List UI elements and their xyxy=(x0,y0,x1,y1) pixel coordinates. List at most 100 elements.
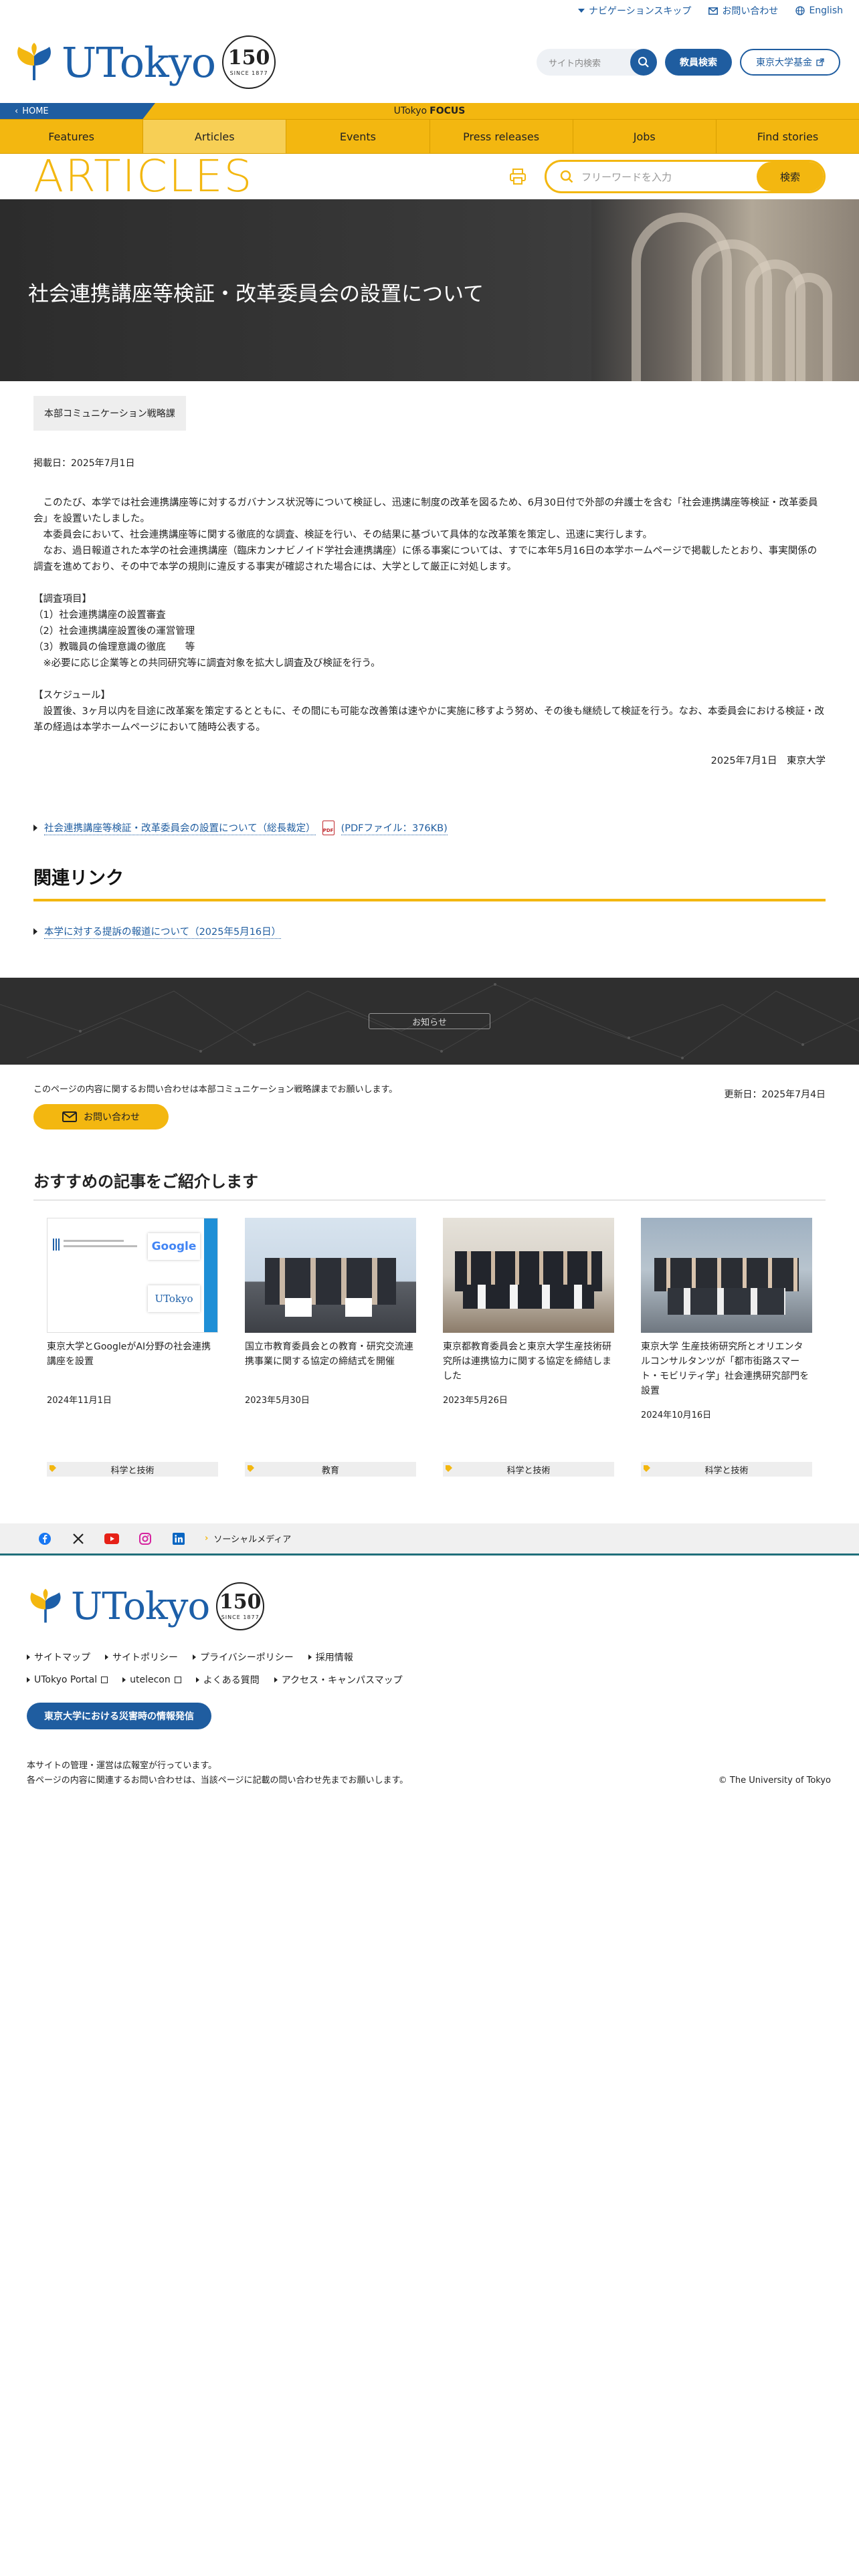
contact-button[interactable]: お問い合わせ xyxy=(33,1104,169,1130)
body-paragraph: このたび、本学では社会連携講座等に対するガバナンス状況等について検証し、迅速に制… xyxy=(33,498,818,524)
pdf-link[interactable]: 社会連携講座等検証・改革委員会の設置について（総長裁定） PDF (PDFファイ… xyxy=(33,821,826,835)
focus-brand-prefix: UTokyo xyxy=(393,106,427,116)
keyword-search-button[interactable]: 検索 xyxy=(757,162,824,191)
site-footer: UTokyo 150 SINCE 1877 サイトマップ サイトポリシー プライ… xyxy=(0,1555,859,1788)
body-paragraph: 【調査項目】 xyxy=(33,594,92,605)
footer-logo-wordmark: UTokyo xyxy=(71,1584,210,1628)
nav-item-jobs[interactable]: Jobs xyxy=(573,120,717,153)
recommended-heading: おすすめの記事をご紹介します xyxy=(33,1168,826,1200)
people-group-front xyxy=(463,1285,594,1309)
recommended-card[interactable]: Google UTokyo 東京大学とGoogleがAI分野の社会連携講座を設置… xyxy=(47,1218,218,1420)
footer-link-sitemap[interactable]: サイトマップ xyxy=(27,1650,90,1664)
article-body: このたび、本学では社会連携講座等に対するガバナンス状況等について検証し、迅速に制… xyxy=(33,495,826,736)
utokyo-logo[interactable]: UTokyo 150 SINCE 1877 xyxy=(13,35,276,89)
recommended-card[interactable]: 東京大学 生産技術研究所とオリエンタルコンサルタンツが「都市街路スマート・モビリ… xyxy=(641,1218,812,1420)
google-logo-tile: Google xyxy=(148,1233,200,1260)
arrow-right-icon xyxy=(33,825,37,831)
tag-icon xyxy=(644,1465,650,1472)
footer-link-utokyo-portal[interactable]: UTokyo Portal xyxy=(27,1673,108,1687)
body-paragraph: 【スケジュール】 xyxy=(33,690,110,701)
category-tag[interactable]: 教育 xyxy=(245,1462,416,1477)
faculty-search-button[interactable]: 教員検索 xyxy=(665,49,732,76)
notice-button[interactable]: お知らせ xyxy=(369,1013,490,1029)
print-icon[interactable] xyxy=(508,167,527,186)
category-tag[interactable]: 科学と技術 xyxy=(641,1462,812,1477)
social-media-link[interactable]: › ソーシャルメディア xyxy=(205,1532,291,1545)
skip-navigation-link[interactable]: ナビゲーションスキップ xyxy=(577,4,691,17)
footer-link-faq[interactable]: よくある質問 xyxy=(195,1673,260,1687)
keyword-search-input[interactable]: フリーワードを入力 検索 xyxy=(545,160,826,193)
utility-contact-label: お問い合わせ xyxy=(722,6,779,17)
arrow-right-icon xyxy=(27,1677,30,1683)
article-hero: 社会連携講座等検証・改革委員会の設置について xyxy=(0,199,859,381)
footer-link-label: 採用情報 xyxy=(315,1652,353,1663)
related-links-heading: 関連リンク xyxy=(33,863,826,901)
body-paragraph: （1）社会連携講座の設置審査 xyxy=(33,610,166,621)
nav-item-events[interactable]: Events xyxy=(286,120,430,153)
footer-logo[interactable]: UTokyo 150 SINCE 1877 xyxy=(27,1582,832,1630)
nav-item-find-stories[interactable]: Find stories xyxy=(717,120,859,153)
linkedin-icon[interactable] xyxy=(171,1531,186,1546)
card-title: 東京大学 生産技術研究所とオリエンタルコンサルタンツが「都市街路スマート・モビリ… xyxy=(641,1341,809,1396)
english-link[interactable]: English xyxy=(795,5,843,16)
arrow-right-icon xyxy=(195,1677,199,1683)
main-nav: Features Articles Events Press releases … xyxy=(0,119,859,154)
category-tag[interactable]: 科学と技術 xyxy=(443,1462,614,1477)
mail-icon xyxy=(62,1111,77,1122)
footer-link-site-policy[interactable]: サイトポリシー xyxy=(105,1650,178,1664)
x-icon[interactable] xyxy=(71,1531,86,1546)
arrow-right-icon xyxy=(308,1654,312,1660)
article-content: 本部コミュニケーション戦略課 掲載日：2025年7月1日 このたび、本学では社会… xyxy=(0,381,859,939)
body-spacer xyxy=(33,671,826,687)
facebook-icon[interactable] xyxy=(37,1531,52,1546)
home-link[interactable]: ‹ HOME xyxy=(0,103,155,119)
card-image-textline xyxy=(64,1240,124,1242)
footer-links: サイトマップ サイトポリシー プライバシーポリシー 採用情報 UTokyo Po… xyxy=(27,1650,442,1687)
footer-link-privacy-policy[interactable]: プライバシーポリシー xyxy=(193,1650,294,1664)
nav-item-articles[interactable]: Articles xyxy=(143,120,287,153)
footer-link-label: サイトマップ xyxy=(34,1652,90,1663)
mail-icon xyxy=(708,7,719,15)
recommended-card[interactable]: 国立市教育委員会との教育・研究交流連携事業に関する協定の締結式を開催 2023年… xyxy=(245,1218,416,1420)
pdf-file-icon: PDF xyxy=(322,821,335,835)
card-date: 2023年5月26日 xyxy=(443,1396,508,1406)
body-paragraph: なお、過日報道された本学の社会連携講座（臨床カンナビノイド学社会連携講座）に係る… xyxy=(33,546,818,572)
tag-icon xyxy=(50,1465,56,1472)
footer-link-label: よくある質問 xyxy=(203,1675,260,1686)
disaster-info-button[interactable]: 東京大学における災害時の情報発信 xyxy=(27,1703,211,1729)
focus-brand-suffix: FOCUS xyxy=(430,106,466,116)
footer-notes: 本サイトの管理・運営は広報室が行っています。 各ページの内容に関連するお問い合わ… xyxy=(27,1759,408,1788)
site-search-placeholder: サイト内検索 xyxy=(549,58,601,69)
pdf-link-label: 社会連携講座等検証・改革委員会の設置について（総長裁定） xyxy=(44,821,316,835)
arrow-right-icon xyxy=(193,1654,196,1660)
nav-item-features[interactable]: Features xyxy=(0,120,144,153)
related-link[interactable]: 本学に対する提訴の報道について（2025年5月16日） xyxy=(33,924,826,939)
footer-link-recruit[interactable]: 採用情報 xyxy=(308,1650,353,1664)
anniversary-badge: 150 SINCE 1877 xyxy=(216,1582,265,1630)
arch-shape xyxy=(785,273,832,381)
section-title: ARTICLES xyxy=(33,150,254,202)
category-tag-label: 科学と技術 xyxy=(110,1465,155,1476)
utility-contact-link[interactable]: お問い合わせ xyxy=(708,4,778,17)
footer-bottom: 本サイトの管理・運営は広報室が行っています。 各ページの内容に関連するお問い合わ… xyxy=(27,1759,832,1788)
posted-date: 掲載日：2025年7月1日 xyxy=(33,458,135,469)
anniversary-since: SINCE 1877 xyxy=(229,70,268,76)
card-image xyxy=(443,1218,614,1333)
instagram-icon[interactable] xyxy=(138,1531,153,1546)
agreement-document xyxy=(285,1298,312,1317)
arrow-right-icon xyxy=(274,1677,278,1683)
social-media-label: ソーシャルメディア xyxy=(213,1535,292,1545)
category-tag[interactable]: 科学と技術 xyxy=(47,1462,218,1477)
footer-link-utelecon[interactable]: utelecon xyxy=(122,1673,181,1687)
footer-link-label: アクセス・キャンパスマップ xyxy=(281,1675,403,1686)
recommended-card[interactable]: 東京都教育委員会と東京大学生産技術研究所は連携協力に関する協定を締結しました 2… xyxy=(443,1218,614,1420)
fund-button[interactable]: 東京大学基金 xyxy=(740,49,840,76)
category-tag-label: 科学と技術 xyxy=(704,1465,749,1476)
nav-item-press-releases[interactable]: Press releases xyxy=(430,120,573,153)
tag-icon xyxy=(248,1465,254,1472)
footer-link-access[interactable]: アクセス・キャンパスマップ xyxy=(274,1673,403,1687)
youtube-icon[interactable] xyxy=(104,1531,119,1546)
card-image: Google UTokyo xyxy=(47,1218,218,1333)
arrow-right-icon xyxy=(33,928,37,935)
site-search-button[interactable] xyxy=(630,49,657,76)
